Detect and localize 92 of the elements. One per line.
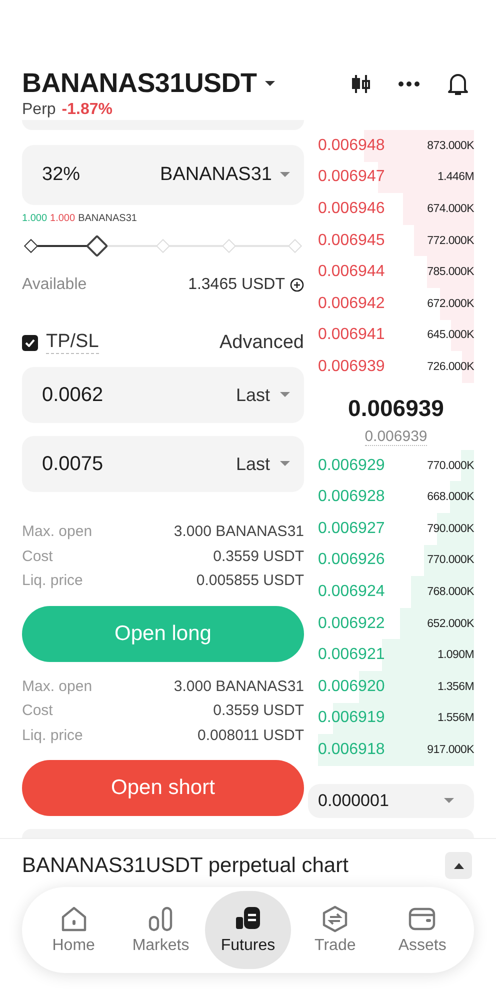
nav-tab[interactable]: Home [30,891,117,969]
order-price[interactable]: 0.006922 [318,614,385,633]
advanced-link[interactable]: Advanced [219,332,304,354]
check-icon [25,338,35,346]
exchange-icon [321,905,350,933]
order-amount: 790.000K [427,522,474,535]
add-icon[interactable] [290,278,304,292]
amount-slider[interactable] [22,236,304,256]
order-amount: 768.000K [427,586,474,598]
open-long-button[interactable]: Open long [22,606,304,662]
info-label: Cost [22,701,53,721]
nav-tab[interactable]: Markets [118,891,204,969]
order-price[interactable]: 0.006946 [318,200,385,218]
chart-title[interactable]: BANANAS31USDT perpetual chart [22,854,348,878]
order-price[interactable]: 0.006921 [318,646,385,664]
info-label: Liq. price [22,571,83,591]
info-value: 3.000 BANANAS31 [174,676,304,696]
caret-icon [280,461,290,467]
order-price[interactable]: 0.006924 [318,582,385,601]
order-amount: 1.446M [437,171,474,184]
caret-icon [280,172,290,178]
order-price[interactable]: 0.006948 [318,136,385,155]
price-type-dropdown[interactable]: Last [236,454,290,474]
info-value: 3.000 BANANAS31 [174,522,304,542]
price-field[interactable]: 0.0062 Last [22,367,304,423]
order-price[interactable]: 0.006942 [318,294,385,313]
price-field[interactable]: 0.0075 Last [22,436,304,492]
info-label: Cost [22,546,53,566]
order-price[interactable]: 0.006941 [318,326,385,344]
order-amount: 672.000K [427,298,474,310]
info-label: Max. open [22,522,92,542]
order-amount: 645.000K [427,329,474,342]
order-amount: 1.090M [437,649,474,662]
open-short-button[interactable]: Open short [22,760,304,816]
amount-field[interactable]: 32% BANANAS31 [22,145,304,205]
order-amount: 772.000K [427,234,474,247]
order-amount: 674.000K [427,202,474,215]
available-value: 1.3465 USDT [188,276,285,294]
bar-chart-icon [146,905,175,933]
info-label: Max. open [22,676,92,696]
info-value: 0.3559 USDT [213,701,304,721]
order-price[interactable]: 0.006939 [318,358,385,376]
contract-label: Perp [22,101,56,119]
order-amount: 770.000K [427,554,474,566]
symbol-title[interactable]: BANANAS31USDT [22,68,257,99]
price-type-dropdown[interactable]: Last [236,384,290,406]
expand-button[interactable] [445,852,472,879]
order-price[interactable]: 0.006928 [318,488,385,506]
price-change: -1.87% [62,101,112,119]
order-amount: 873.000K [427,140,474,152]
order-amount: 1.356M [437,680,474,693]
order-price[interactable]: 0.006918 [318,740,385,759]
order-price[interactable]: 0.006920 [318,678,385,696]
info-value: 0.008011 USDT [198,726,304,746]
order-price[interactable]: 0.006945 [318,232,385,250]
checkbox[interactable] [22,334,38,350]
order-price[interactable]: 0.006926 [318,551,385,570]
caret-up-icon [454,862,464,868]
order-amount: 668.000K [427,491,474,504]
order-amount: 1.556M [437,712,474,724]
nav-tab[interactable]: Futures [204,891,291,969]
order-price[interactable]: 0.006927 [318,520,385,538]
order-amount: 652.000K [427,618,474,630]
wallet-icon [408,905,436,933]
last-price: 0.006939 [347,394,445,422]
available-label: Available [22,276,87,294]
order-amount: 917.000K [427,744,474,756]
mark-price: 0.006939 [364,428,428,446]
unit-dropdown[interactable]: BANANAS31 [160,164,290,186]
more-icon[interactable] [398,80,420,86]
order-price[interactable]: 0.006944 [318,263,385,282]
tpsl-label[interactable]: TP/SL [46,331,99,354]
caret-icon [444,798,454,804]
order-amount: 726.000K [427,360,474,373]
caret-icon [280,392,290,398]
candlestick-icon[interactable] [350,72,372,94]
long-ratio: 1.000 [22,213,48,224]
home-icon [60,905,88,933]
info-value: 0.3559 USDT [213,546,304,566]
ratio-unit: BANANAS31 [78,213,137,224]
short-ratio: 1.000 [50,213,76,224]
precision-dropdown[interactable]: 0.000001 [308,784,474,818]
order-amount: 770.000K [427,460,474,472]
order-amount: 785.000K [427,266,474,278]
order-price[interactable]: 0.006947 [318,168,385,186]
order-price[interactable]: 0.006929 [318,456,385,475]
info-label: Liq. price [22,726,83,746]
info-value: 0.005855 USDT [196,571,304,591]
order-price[interactable]: 0.006919 [318,709,385,728]
nav-tab[interactable]: Assets [379,891,466,969]
caret-icon[interactable] [264,80,275,86]
nav-tab[interactable]: Trade [292,891,378,969]
